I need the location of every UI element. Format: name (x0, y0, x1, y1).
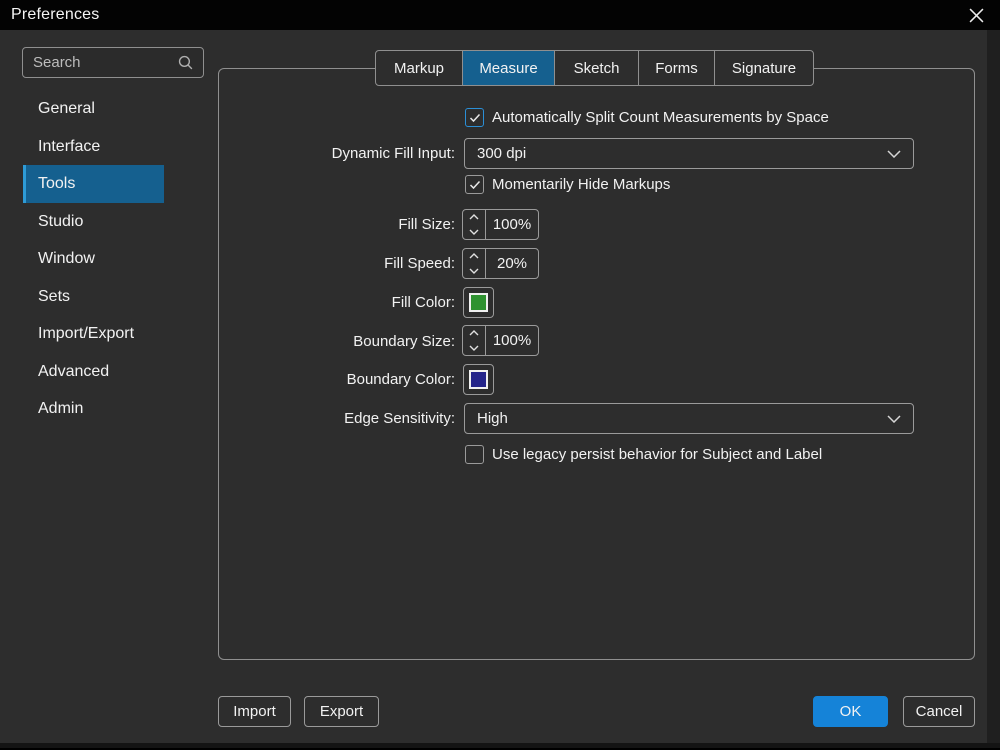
boundary-size-label: Boundary Size: (230, 332, 455, 351)
title-bar: Preferences (0, 0, 1000, 30)
auto-split-checkbox[interactable] (465, 108, 484, 127)
tab-signature[interactable]: Signature (714, 51, 813, 85)
sidebar-item-sets[interactable]: Sets (23, 278, 164, 316)
window-right-edge (987, 30, 1000, 750)
spin-down-button[interactable] (463, 341, 485, 356)
fill-color-button[interactable] (463, 287, 494, 318)
chevron-down-icon (887, 150, 901, 158)
window-bottom-edge (0, 743, 1000, 750)
dialog-title: Preferences (11, 6, 99, 24)
sidebar-item-window[interactable]: Window (23, 240, 164, 278)
legacy-persist-checkbox[interactable] (465, 445, 484, 464)
auto-split-label: Automatically Split Count Measurements b… (492, 108, 829, 127)
edge-sensitivity-label: Edge Sensitivity: (230, 409, 455, 428)
sidebar-item-tools[interactable]: Tools (23, 165, 164, 203)
tab-sketch[interactable]: Sketch (554, 51, 638, 85)
fill-color-label: Fill Color: (230, 293, 455, 312)
ok-button[interactable]: OK (813, 696, 888, 727)
search-icon (177, 54, 194, 71)
fill-speed-value[interactable]: 20% (486, 249, 538, 278)
cancel-button[interactable]: Cancel (903, 696, 975, 727)
boundary-color-label: Boundary Color: (230, 370, 455, 389)
check-icon (469, 180, 481, 190)
fill-size-value[interactable]: 100% (486, 210, 538, 239)
fill-color-swatch (469, 293, 488, 312)
spin-down-button[interactable] (463, 264, 485, 279)
tool-tabs: Markup Measure Sketch Forms Signature (375, 50, 814, 86)
chevron-up-icon (469, 214, 479, 220)
boundary-color-button[interactable] (463, 364, 494, 395)
dynamic-fill-input-value: 300 dpi (477, 145, 887, 162)
chevron-down-icon (469, 268, 479, 274)
export-button[interactable]: Export (304, 696, 379, 727)
boundary-size-value[interactable]: 100% (486, 326, 538, 355)
tab-measure[interactable]: Measure (462, 51, 554, 85)
momentarily-hide-checkbox[interactable] (465, 175, 484, 194)
spin-up-button[interactable] (463, 210, 485, 225)
spinner-buttons (463, 326, 486, 355)
sidebar-nav: General Interface Tools Studio Window Se… (23, 90, 164, 428)
fill-speed-label: Fill Speed: (230, 254, 455, 273)
sidebar-item-interface[interactable]: Interface (23, 128, 164, 166)
tab-markup[interactable]: Markup (376, 51, 462, 85)
chevron-down-icon (469, 229, 479, 235)
chevron-up-icon (469, 330, 479, 336)
chevron-down-icon (887, 415, 901, 423)
chevron-down-icon (469, 345, 479, 351)
sidebar-item-admin[interactable]: Admin (23, 390, 164, 428)
legacy-persist-label: Use legacy persist behavior for Subject … (492, 445, 822, 464)
fill-size-spinner: 100% (462, 209, 539, 240)
dynamic-fill-input-dropdown[interactable]: 300 dpi (464, 138, 914, 169)
sidebar-item-import-export[interactable]: Import/Export (23, 315, 164, 353)
boundary-size-spinner: 100% (462, 325, 539, 356)
search-input[interactable]: Search (22, 47, 204, 78)
fill-speed-spinner: 20% (462, 248, 539, 279)
spin-down-button[interactable] (463, 225, 485, 240)
close-icon (969, 8, 984, 23)
fill-size-label: Fill Size: (230, 215, 455, 234)
import-button[interactable]: Import (218, 696, 291, 727)
chevron-up-icon (469, 253, 479, 259)
edge-sensitivity-value: High (477, 410, 887, 427)
momentarily-hide-label: Momentarily Hide Markups (492, 175, 670, 194)
sidebar-item-general[interactable]: General (23, 90, 164, 128)
close-button[interactable] (960, 0, 992, 30)
dynamic-fill-input-label: Dynamic Fill Input: (230, 144, 455, 163)
sidebar-item-advanced[interactable]: Advanced (23, 353, 164, 391)
spin-up-button[interactable] (463, 249, 485, 264)
spinner-buttons (463, 249, 486, 278)
boundary-color-swatch (469, 370, 488, 389)
tab-forms[interactable]: Forms (638, 51, 714, 85)
check-icon (469, 113, 481, 123)
edge-sensitivity-dropdown[interactable]: High (464, 403, 914, 434)
search-placeholder: Search (33, 54, 177, 71)
preferences-dialog: Preferences Search General Interface Too… (0, 0, 1000, 750)
spinner-buttons (463, 210, 486, 239)
spin-up-button[interactable] (463, 326, 485, 341)
sidebar-item-studio[interactable]: Studio (23, 203, 164, 241)
